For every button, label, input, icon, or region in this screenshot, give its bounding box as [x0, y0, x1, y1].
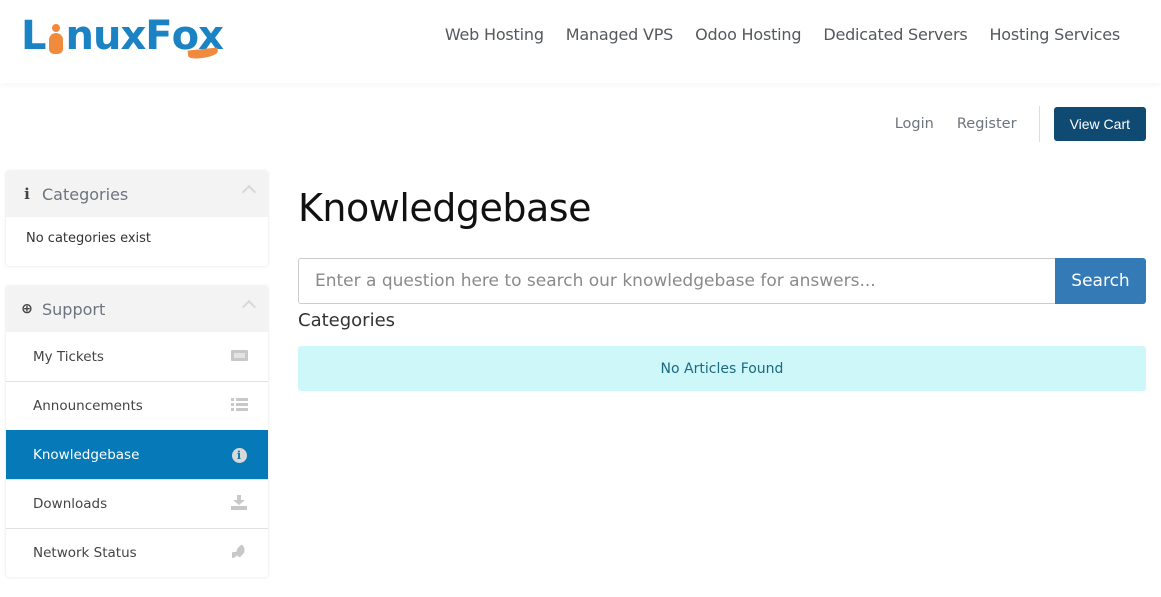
life-ring-icon: ⊕ [21, 301, 33, 317]
sidebar-item-network-status[interactable]: Network Status [6, 528, 268, 577]
categories-heading: Categories [298, 310, 396, 331]
sidebar-item-knowledgebase[interactable]: Knowledgebase i [6, 430, 268, 479]
sidebar-item-label: Announcements [33, 398, 143, 414]
page-title: Knowledgebase [298, 186, 591, 230]
main-navigation: Web Hosting Managed VPS Odoo Hosting Ded… [445, 25, 1120, 44]
nav-managed-vps[interactable]: Managed VPS [566, 25, 674, 44]
ticket-icon [230, 349, 248, 365]
account-bar: Login Register View Cart [895, 106, 1146, 142]
info-circle-icon: i [230, 447, 248, 463]
logo-text-nux: nux [65, 13, 147, 59]
no-articles-alert: No Articles Found [298, 346, 1146, 391]
categories-panel-title: Categories [42, 184, 129, 204]
logo-letter-l: L [21, 13, 46, 59]
search-button[interactable]: Search [1055, 258, 1146, 304]
site-header: L nux F o x Web Hosting Managed VPS Odoo… [0, 0, 1161, 83]
rocket-icon [230, 544, 248, 562]
info-icon: i [24, 185, 30, 203]
main-content: Knowledgebase Search Categories No Artic… [298, 180, 1146, 391]
support-panel: ⊕ Support My Tickets Announcements Knowl… [6, 286, 268, 577]
chevron-up-icon[interactable] [241, 299, 257, 315]
nav-dedicated-servers[interactable]: Dedicated Servers [823, 25, 967, 44]
chevron-up-icon[interactable] [241, 184, 257, 200]
support-list: My Tickets Announcements Knowledgebase i… [6, 332, 268, 577]
fox-tail-icon: o [172, 16, 218, 60]
support-panel-title: Support [42, 299, 106, 319]
penguin-icon [48, 24, 64, 56]
knowledgebase-search-form: Search [298, 258, 1146, 304]
linuxfox-logo[interactable]: L nux F o x [21, 13, 224, 60]
sidebar-item-label: Knowledgebase [33, 447, 140, 463]
nav-odoo-hosting[interactable]: Odoo Hosting [695, 25, 801, 44]
logo-letter-f: F [145, 13, 172, 59]
sidebar: i Categories No categories exist ⊕ Suppo… [6, 171, 268, 597]
sidebar-item-my-tickets[interactable]: My Tickets [6, 332, 268, 381]
sidebar-item-downloads[interactable]: Downloads [6, 479, 268, 528]
categories-empty-text: No categories exist [26, 231, 152, 246]
sidebar-item-label: My Tickets [33, 348, 104, 365]
view-cart-button[interactable]: View Cart [1053, 107, 1146, 141]
download-icon [230, 494, 248, 514]
sidebar-item-announcements[interactable]: Announcements [6, 381, 268, 430]
nav-web-hosting[interactable]: Web Hosting [445, 25, 544, 44]
sidebar-item-label: Network Status [33, 545, 137, 561]
support-panel-header[interactable]: ⊕ Support [6, 286, 268, 332]
sidebar-item-label: Downloads [33, 496, 108, 512]
nav-hosting-services[interactable]: Hosting Services [989, 25, 1120, 44]
categories-panel: i Categories No categories exist [6, 171, 268, 266]
categories-panel-header[interactable]: i Categories [6, 171, 268, 217]
login-link[interactable]: Login [895, 116, 934, 132]
divider [1038, 106, 1040, 142]
register-link[interactable]: Register [957, 116, 1017, 132]
knowledgebase-search-input[interactable] [298, 258, 1055, 304]
list-icon [230, 397, 248, 415]
